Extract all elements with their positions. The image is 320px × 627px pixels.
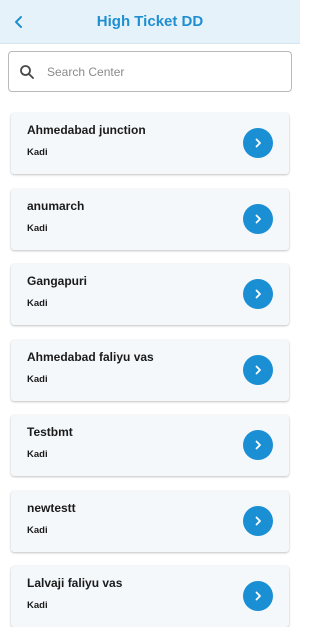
open-center-button[interactable] bbox=[243, 506, 273, 536]
chevron-right-icon bbox=[255, 440, 261, 450]
center-city: Kadi bbox=[27, 374, 48, 385]
chevron-right-icon bbox=[255, 289, 261, 299]
chevron-right-icon bbox=[255, 138, 261, 148]
chevron-right-icon bbox=[255, 591, 261, 601]
center-name: Ahmedabad junction bbox=[27, 123, 146, 137]
search-icon bbox=[20, 65, 34, 79]
search-box[interactable] bbox=[8, 51, 292, 92]
page-title: High Ticket DD bbox=[96, 13, 204, 30]
center-card[interactable]: anumarch Kadi bbox=[11, 189, 289, 250]
center-card[interactable]: Ahmedabad junction Kadi bbox=[11, 113, 289, 174]
search-input[interactable] bbox=[47, 52, 287, 91]
center-card[interactable]: Lalvaji faliyu vas Kadi bbox=[11, 566, 289, 627]
center-name: Gangapuri bbox=[27, 274, 88, 288]
center-name: anumarch bbox=[27, 199, 85, 213]
center-card[interactable]: newtestt Kadi bbox=[11, 491, 289, 552]
open-center-button[interactable] bbox=[243, 128, 273, 158]
open-center-button[interactable] bbox=[243, 355, 273, 385]
center-city: Kadi bbox=[27, 298, 48, 309]
open-center-button[interactable] bbox=[243, 581, 273, 611]
center-card[interactable]: Ahmedabad faliyu vas Kadi bbox=[11, 340, 289, 401]
center-city: Kadi bbox=[27, 147, 48, 158]
center-city: Kadi bbox=[27, 449, 48, 460]
center-name: Ahmedabad faliyu vas bbox=[27, 350, 154, 364]
app-header: High Ticket DD bbox=[0, 0, 300, 44]
center-name: Lalvaji faliyu vas bbox=[27, 576, 123, 590]
center-city: Kadi bbox=[27, 600, 48, 611]
center-name: newtestt bbox=[27, 501, 76, 515]
open-center-button[interactable] bbox=[243, 279, 273, 309]
open-center-button[interactable] bbox=[243, 204, 273, 234]
center-city: Kadi bbox=[27, 525, 48, 536]
open-center-button[interactable] bbox=[243, 430, 273, 460]
center-name: Testbmt bbox=[27, 425, 73, 439]
chevron-right-icon bbox=[255, 516, 261, 526]
chevron-right-icon bbox=[255, 214, 261, 224]
center-city: Kadi bbox=[27, 223, 48, 234]
center-card[interactable]: Gangapuri Kadi bbox=[11, 264, 289, 325]
center-card[interactable]: Testbmt Kadi bbox=[11, 415, 289, 476]
chevron-right-icon bbox=[255, 365, 261, 375]
